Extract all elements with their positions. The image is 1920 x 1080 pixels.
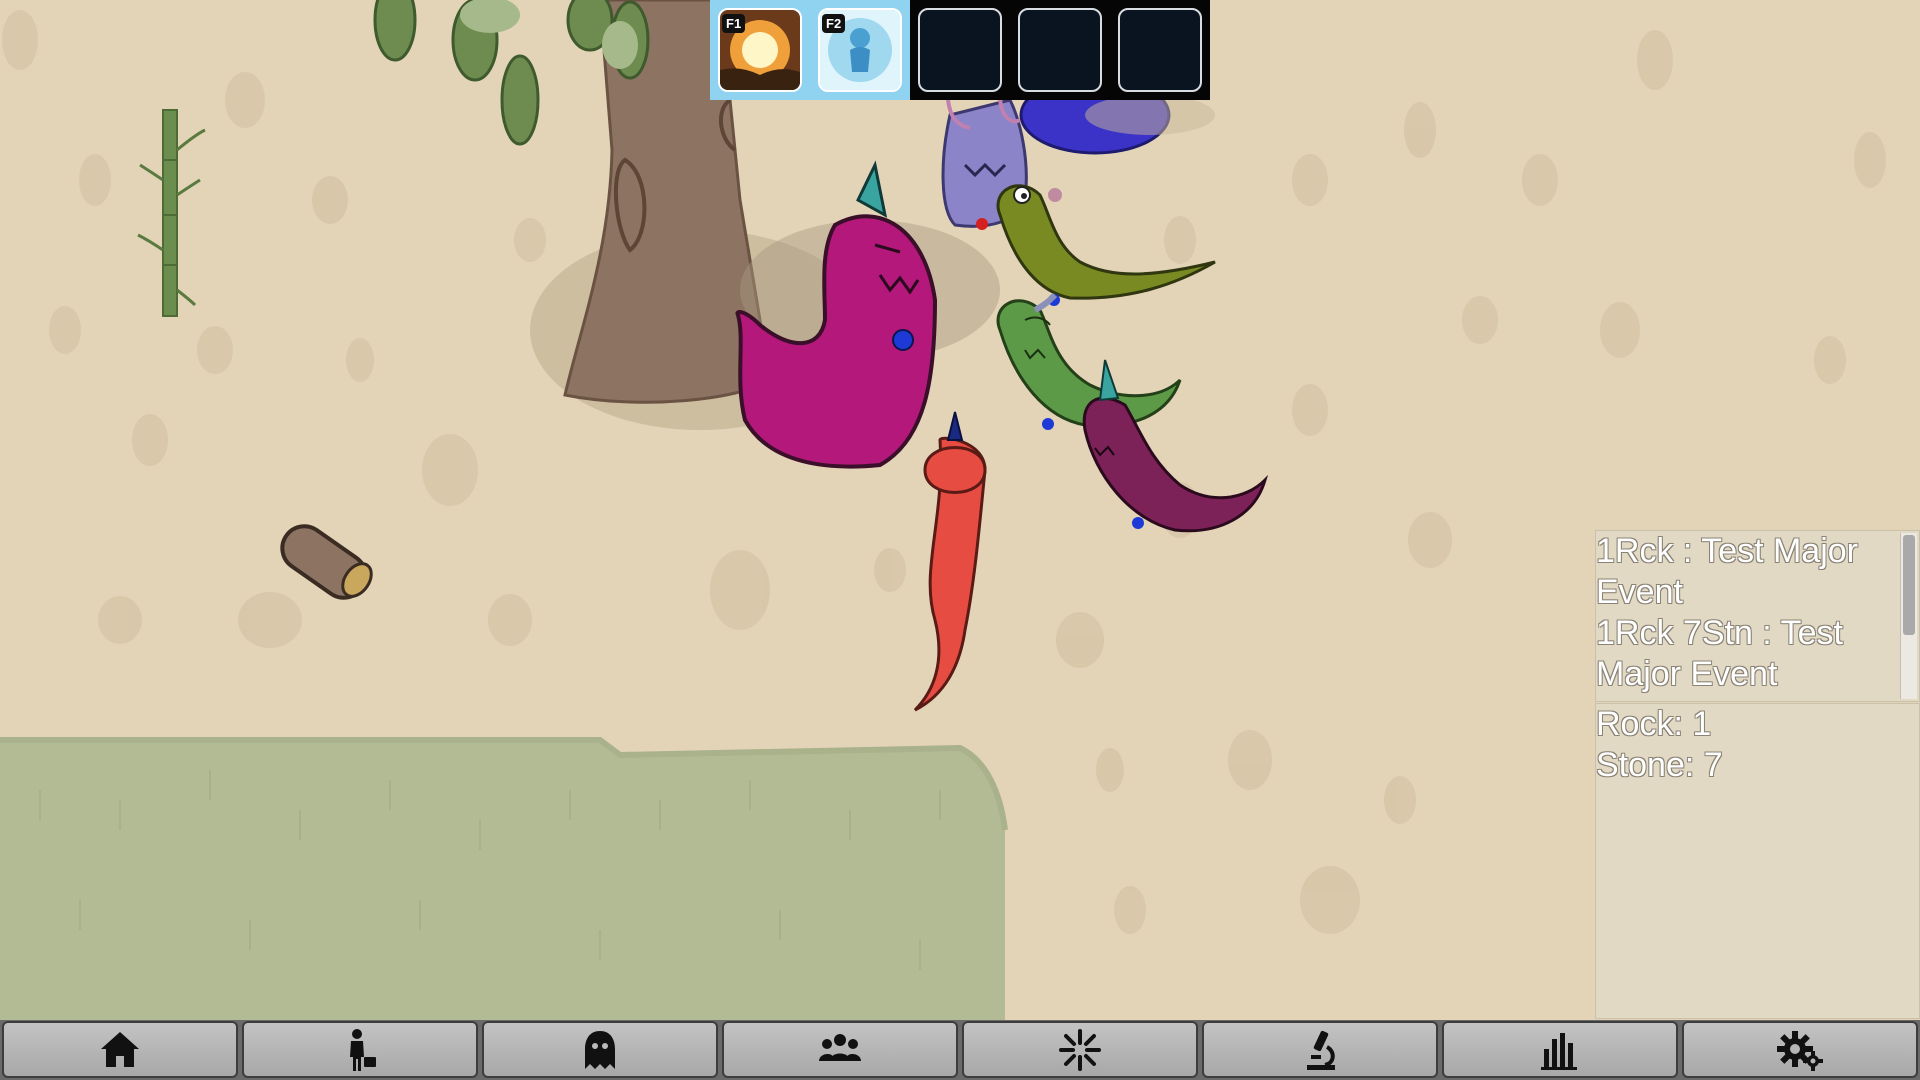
settings-button[interactable] — [1682, 1021, 1918, 1078]
wood-log[interactable] — [274, 518, 377, 607]
empty-slot-icon — [918, 8, 1002, 92]
red-worm-creature[interactable] — [913, 411, 987, 712]
hotbar-slot-2[interactable]: F2 — [810, 0, 910, 100]
resource-panel: Rock: 1 Stone: 7 — [1595, 703, 1920, 1019]
log-line: 1Rck : Test Major — [1596, 532, 1859, 570]
group-icon — [819, 1033, 861, 1061]
spirits-button[interactable] — [482, 1021, 718, 1078]
bamboo-plant — [137, 109, 206, 317]
log-scrollbar[interactable] — [1900, 533, 1917, 699]
workers-button[interactable] — [242, 1021, 478, 1078]
event-log-panel[interactable]: 1Rck : Test Major Event 1Rck 7Stn : Test… — [1595, 530, 1920, 702]
hotkey-label: F2 — [822, 14, 846, 33]
log-line: 1Rck 7Stn : Test — [1596, 614, 1843, 652]
bottom-toolbar — [0, 1020, 1920, 1080]
population-button[interactable] — [722, 1021, 958, 1078]
hotbar-slot-1[interactable]: F1 — [710, 0, 810, 100]
grass-field — [0, 737, 1008, 1020]
research-button[interactable] — [1202, 1021, 1438, 1078]
log-line: Event — [1596, 573, 1683, 611]
empty-slot-icon — [1018, 8, 1102, 92]
burst-icon — [1059, 1028, 1101, 1071]
bar-chart-icon — [1541, 1032, 1577, 1070]
home-icon — [101, 1031, 139, 1067]
hotbar-slot-4[interactable] — [1010, 0, 1110, 100]
ability-hotbar: F1 F2 — [710, 0, 1210, 100]
statistics-button[interactable] — [1442, 1021, 1678, 1078]
settings-gears-icon — [1777, 1030, 1823, 1071]
game-viewport[interactable]: F1 F2 1Rck : Test Major Event 1Rck 7Stn … — [0, 0, 1920, 1080]
hotbar-slot-3[interactable] — [910, 0, 1010, 100]
resource-stone: Stone: 7 — [1596, 746, 1723, 784]
worker-icon — [350, 1028, 376, 1071]
resource-rock: Rock: 1 — [1596, 705, 1712, 743]
empty-slot-icon — [1118, 8, 1202, 92]
log-scrollbar-thumb[interactable] — [1903, 535, 1915, 635]
home-button[interactable] — [2, 1021, 238, 1078]
hotkey-label: F1 — [722, 14, 746, 33]
microscope-icon — [1307, 1030, 1335, 1070]
log-line: Major Event — [1596, 655, 1778, 693]
abilities-button[interactable] — [962, 1021, 1198, 1078]
hotbar-slot-5[interactable] — [1110, 0, 1210, 100]
ghost-icon — [585, 1030, 615, 1069]
